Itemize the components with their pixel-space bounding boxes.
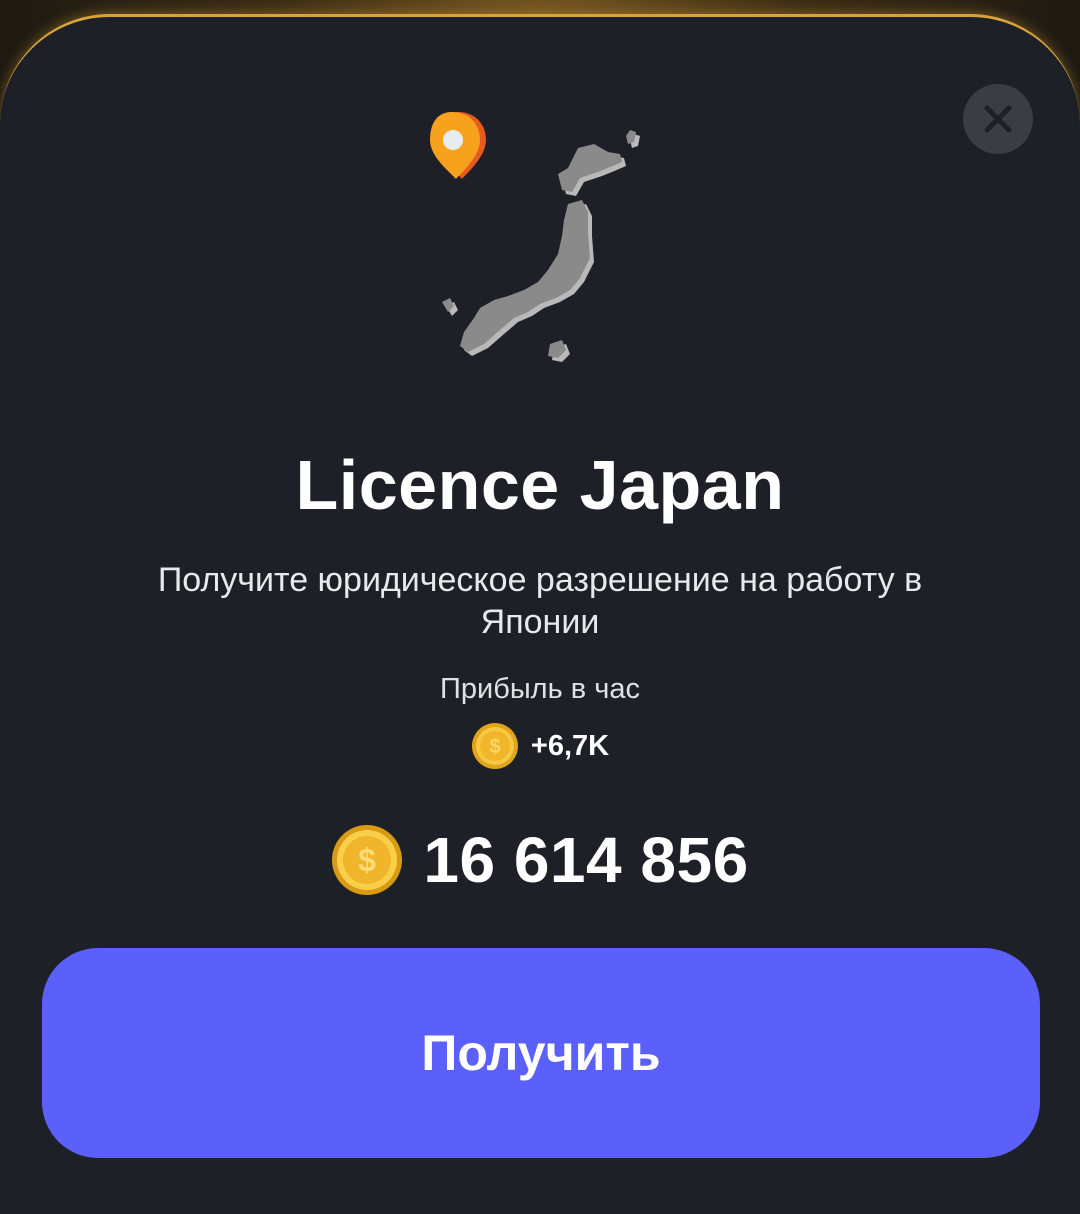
coin-icon: $ — [471, 723, 518, 769]
card-title: Licence Japan — [295, 446, 785, 524]
get-button[interactable]: Получить — [42, 948, 1040, 1158]
japan-map-icon — [430, 112, 640, 362]
profit-per-hour-label: Прибыль в час — [440, 673, 640, 705]
price-value: 16 614 856 — [423, 824, 749, 896]
profit-per-hour-row: $ +6,7K — [0, 722, 1080, 770]
upgrade-card-sheet: Licence Japan Получите юридическое разре… — [0, 14, 1080, 1214]
close-icon — [984, 105, 1012, 133]
svg-text:$: $ — [489, 736, 500, 758]
price-row: $ 16 614 856 — [0, 823, 1080, 897]
svg-text:$: $ — [358, 842, 376, 878]
profit-per-hour-value: +6,7K — [530, 729, 610, 762]
get-button-label: Получить — [421, 1025, 661, 1081]
coin-icon: $ — [332, 825, 403, 895]
location-pin-icon — [430, 112, 486, 179]
close-button[interactable] — [963, 84, 1033, 154]
card-description: Получите юридическое разрешение на работ… — [157, 561, 923, 641]
